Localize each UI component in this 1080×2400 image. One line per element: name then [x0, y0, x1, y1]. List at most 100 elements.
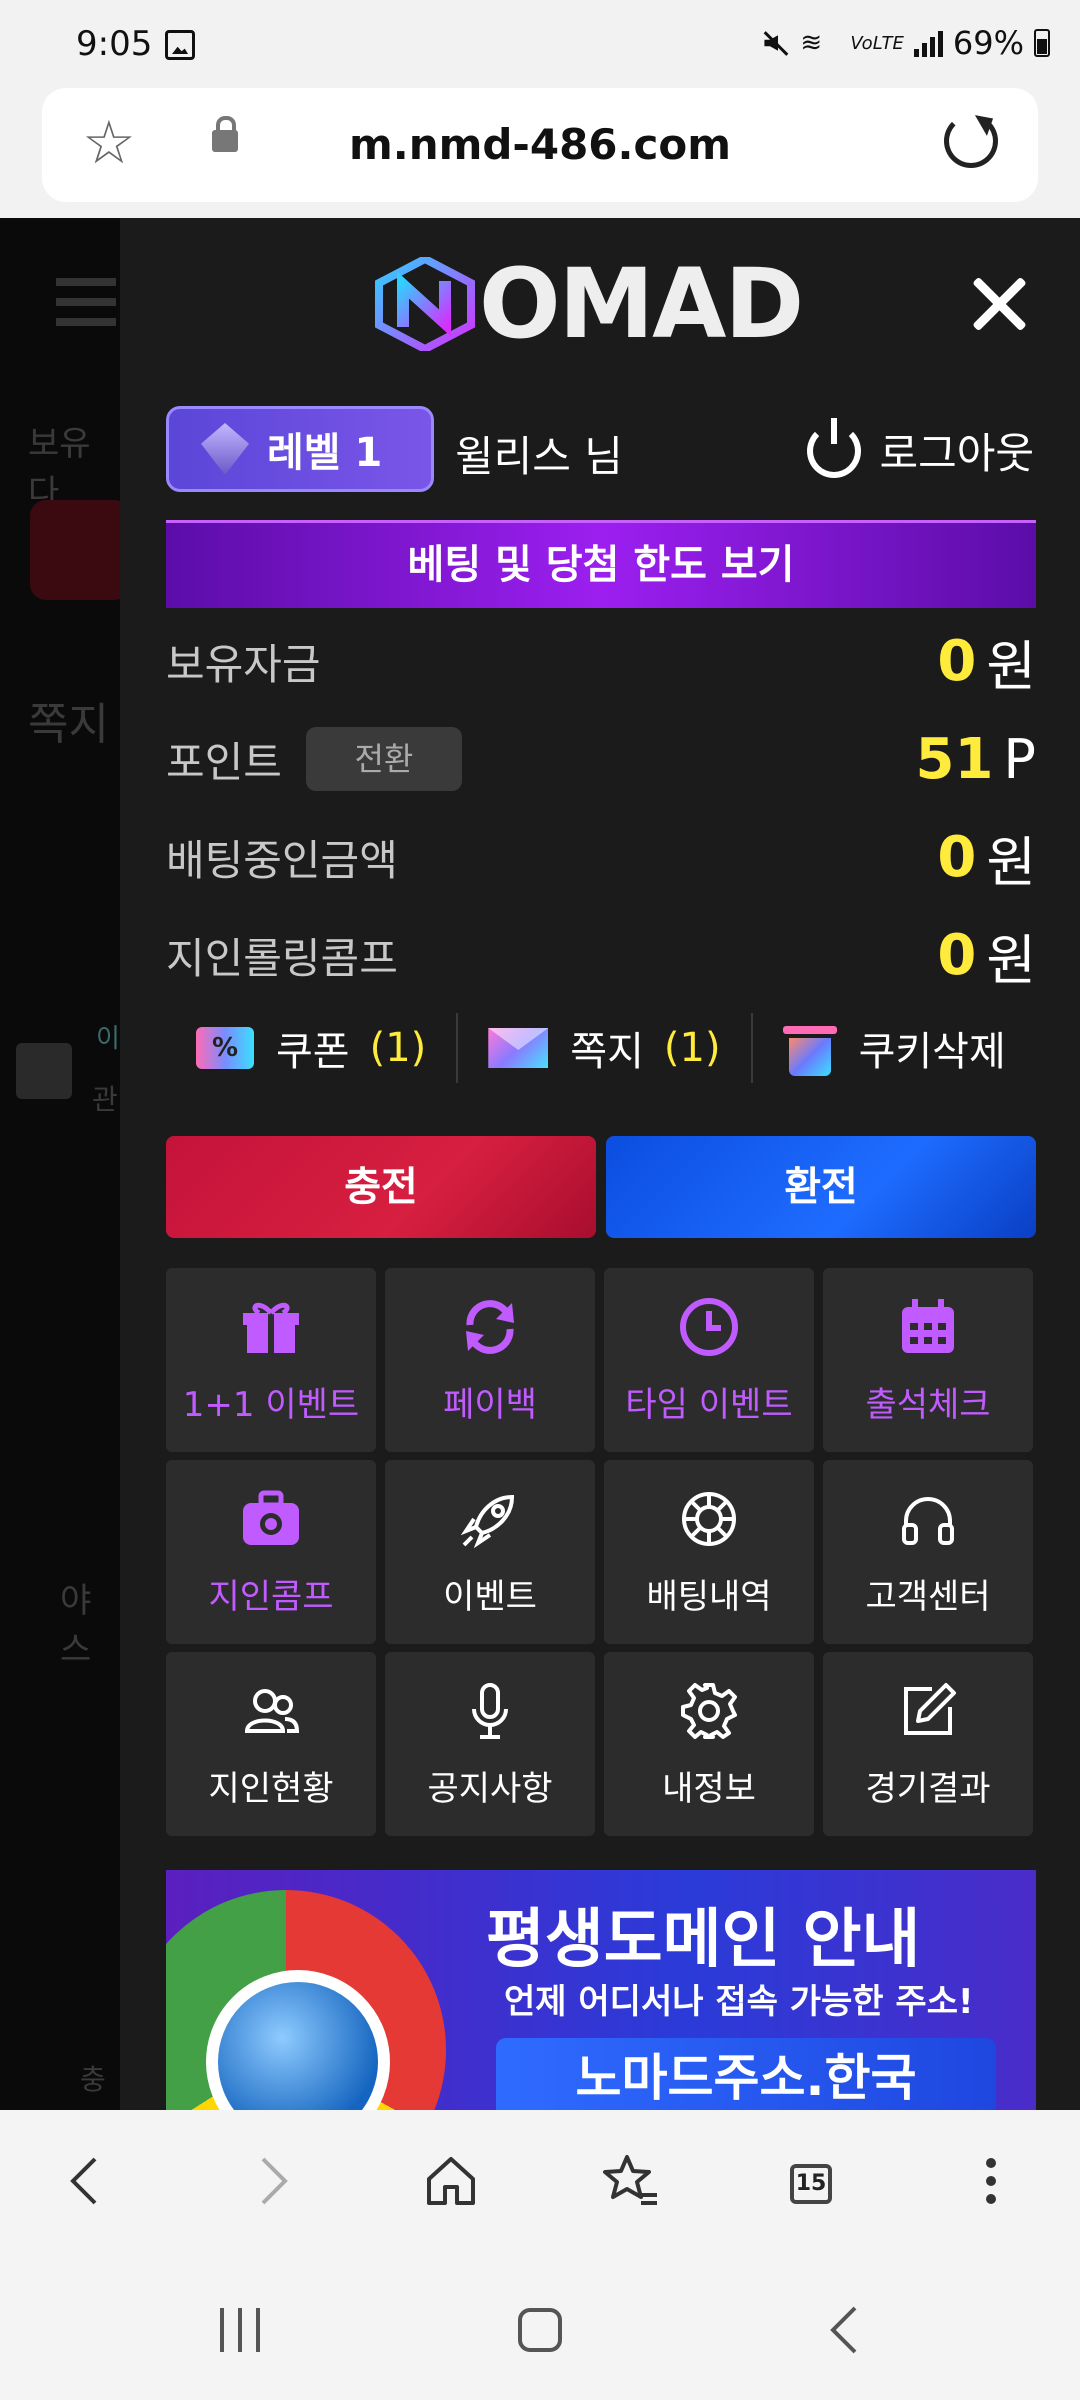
menu-tile-attendance[interactable]: 출석체크: [823, 1268, 1033, 1452]
divider: [456, 1013, 459, 1083]
menu-tile-time-event[interactable]: 타임 이벤트: [604, 1268, 814, 1452]
balance-value: 0: [937, 628, 977, 694]
domain-banner[interactable]: 평생도메인 안내 언제 어디서나 접속 가능한 주소! 노마드주소.한국: [166, 1870, 1036, 2110]
volte-indicator: VoLTE: [850, 32, 904, 54]
point-convert-button[interactable]: 전환: [305, 727, 462, 791]
coupon-count: (1): [369, 1025, 427, 1071]
message-label: 쪽지: [570, 1029, 644, 1075]
logo-text: OMAD: [479, 248, 804, 360]
betting-amount-label: 배팅중인금액: [166, 835, 398, 885]
point-label: 포인트: [166, 737, 282, 787]
address-bar[interactable]: ☆ m.nmd-486.com: [42, 88, 1038, 202]
battery-percent: 69%: [952, 24, 1024, 62]
betting-amount-unit: 원: [986, 830, 1036, 894]
logout-button[interactable]: 로그아웃: [807, 417, 1034, 481]
forward-button[interactable]: [236, 2146, 306, 2216]
menu-tile-label: 출석체크: [865, 1384, 991, 1425]
chrome-logo-icon: [166, 1890, 446, 2110]
menu-tile-label: 타임 이벤트: [625, 1384, 793, 1425]
tab-count: 15: [790, 2164, 832, 2204]
home-nav-button[interactable]: [510, 2300, 570, 2360]
life-ring-icon: [677, 1487, 741, 1551]
menu-tile-notice[interactable]: 공지사항: [385, 1652, 595, 1836]
message-shortcut[interactable]: 쪽지 (1): [488, 1019, 721, 1077]
background-button: [30, 500, 130, 600]
power-icon: [807, 417, 862, 478]
background-text: 이: [96, 1024, 120, 1054]
status-time: 9:05: [76, 24, 153, 64]
menu-button[interactable]: [956, 2146, 1026, 2216]
star-list-icon: [603, 2155, 657, 2205]
menu-tile-label: 공지사항: [427, 1768, 553, 1809]
rolling-comp-row: 지인롤링콤프 0 원: [166, 920, 1036, 992]
briefcase-icon: [239, 1487, 303, 1551]
page-content: 보유다 쪽지 이 관 야스 충 OMAD 레벨 1 윌리스 님 로그아웃 베팅 …: [0, 218, 1080, 2110]
battery-icon: [1034, 29, 1050, 57]
shortcut-row: % 쿠폰 (1) 쪽지 (1) 쿠키삭제: [166, 1003, 1036, 1093]
clock-icon: [677, 1295, 741, 1359]
close-icon[interactable]: [965, 268, 1035, 338]
menu-tile-label: 고객센터: [865, 1576, 991, 1617]
menu-tile-my-info[interactable]: 내정보: [604, 1652, 814, 1836]
menu-tile-bet-history[interactable]: 배팅내역: [604, 1460, 814, 1644]
reload-icon[interactable]: [944, 114, 998, 168]
message-count: (1): [663, 1025, 721, 1071]
coupon-icon: %: [196, 1027, 254, 1069]
menu-tile-label: 1+1 이벤트: [182, 1384, 360, 1425]
microphone-icon: [458, 1679, 522, 1743]
banner-subtitle: 언제 어디서나 접속 가능한 주소!: [504, 1982, 974, 2022]
level-gem-icon: [201, 423, 249, 475]
menu-tile-label: 이벤트: [443, 1576, 537, 1617]
betting-amount-row: 배팅중인금액 0 원: [166, 822, 1036, 894]
betting-limit-button[interactable]: 베팅 및 당첨 한도 보기: [166, 520, 1036, 608]
menu-grid: 1+1 이벤트 페이백 타임 이벤트 출석체크 지인콤프 이벤트 배팅내역 고객…: [166, 1268, 1036, 1836]
menu-tile-friend-status[interactable]: 지인현황: [166, 1652, 376, 1836]
status-bar: 9:05 ≋ VoLTE 69%: [0, 0, 1080, 88]
betting-amount-value: 0: [937, 824, 977, 890]
menu-tile-support[interactable]: 고객센터: [823, 1460, 1033, 1644]
mail-icon: [488, 1028, 549, 1068]
banner-address: 노마드주소.한국: [496, 2038, 996, 2110]
gear-icon: [677, 1679, 741, 1743]
refresh-icon: [458, 1295, 522, 1359]
point-value: 51: [915, 726, 994, 792]
trash-icon: [782, 1020, 837, 1076]
charge-button[interactable]: 충전: [166, 1136, 596, 1238]
recent-apps-button[interactable]: [210, 2300, 270, 2360]
browser-bottom-bar: 15: [0, 2110, 1080, 2250]
menu-tile-friend-comp[interactable]: 지인콤프: [166, 1460, 376, 1644]
mute-icon: [760, 28, 790, 58]
username: 윌리스 님: [455, 432, 623, 481]
logo-mark-icon: [375, 254, 475, 354]
menu-tile-label: 페이백: [443, 1384, 537, 1425]
coupon-label: 쿠폰: [276, 1029, 350, 1075]
background-checkbox: [16, 1043, 72, 1099]
menu-tile-1plus1-event[interactable]: 1+1 이벤트: [166, 1268, 376, 1452]
menu-tile-label: 지인현황: [208, 1768, 334, 1809]
wifi-icon: ≋: [800, 28, 823, 58]
rolling-comp-label: 지인롤링콤프: [166, 933, 398, 983]
url-text[interactable]: m.nmd-486.com: [42, 120, 1038, 169]
home-button[interactable]: [416, 2146, 486, 2216]
coupon-shortcut[interactable]: % 쿠폰 (1): [196, 1019, 426, 1077]
exchange-button[interactable]: 환전: [606, 1136, 1036, 1238]
image-notification-icon: [165, 30, 195, 60]
tabs-button[interactable]: 15: [776, 2146, 846, 2216]
divider: [750, 1013, 753, 1083]
hamburger-icon: [56, 278, 116, 286]
balance-unit: 원: [986, 634, 1036, 698]
clear-cookie-shortcut[interactable]: 쿠키삭제: [782, 1019, 1006, 1077]
menu-tile-game-results[interactable]: 경기결과: [823, 1652, 1033, 1836]
balance-row: 보유자금 0 원: [166, 626, 1036, 698]
point-unit: P: [1003, 727, 1036, 791]
back-nav-button[interactable]: [815, 2300, 875, 2360]
menu-tile-label: 지인콤프: [208, 1576, 334, 1617]
rocket-icon: [458, 1487, 522, 1551]
headphones-icon: [896, 1487, 960, 1551]
clear-cookie-label: 쿠키삭제: [858, 1029, 1006, 1075]
menu-tile-event[interactable]: 이벤트: [385, 1460, 595, 1644]
bookmarks-button[interactable]: [596, 2146, 666, 2216]
menu-tile-payback[interactable]: 페이백: [385, 1268, 595, 1452]
back-button[interactable]: [52, 2146, 122, 2216]
rolling-comp-unit: 원: [986, 928, 1036, 992]
